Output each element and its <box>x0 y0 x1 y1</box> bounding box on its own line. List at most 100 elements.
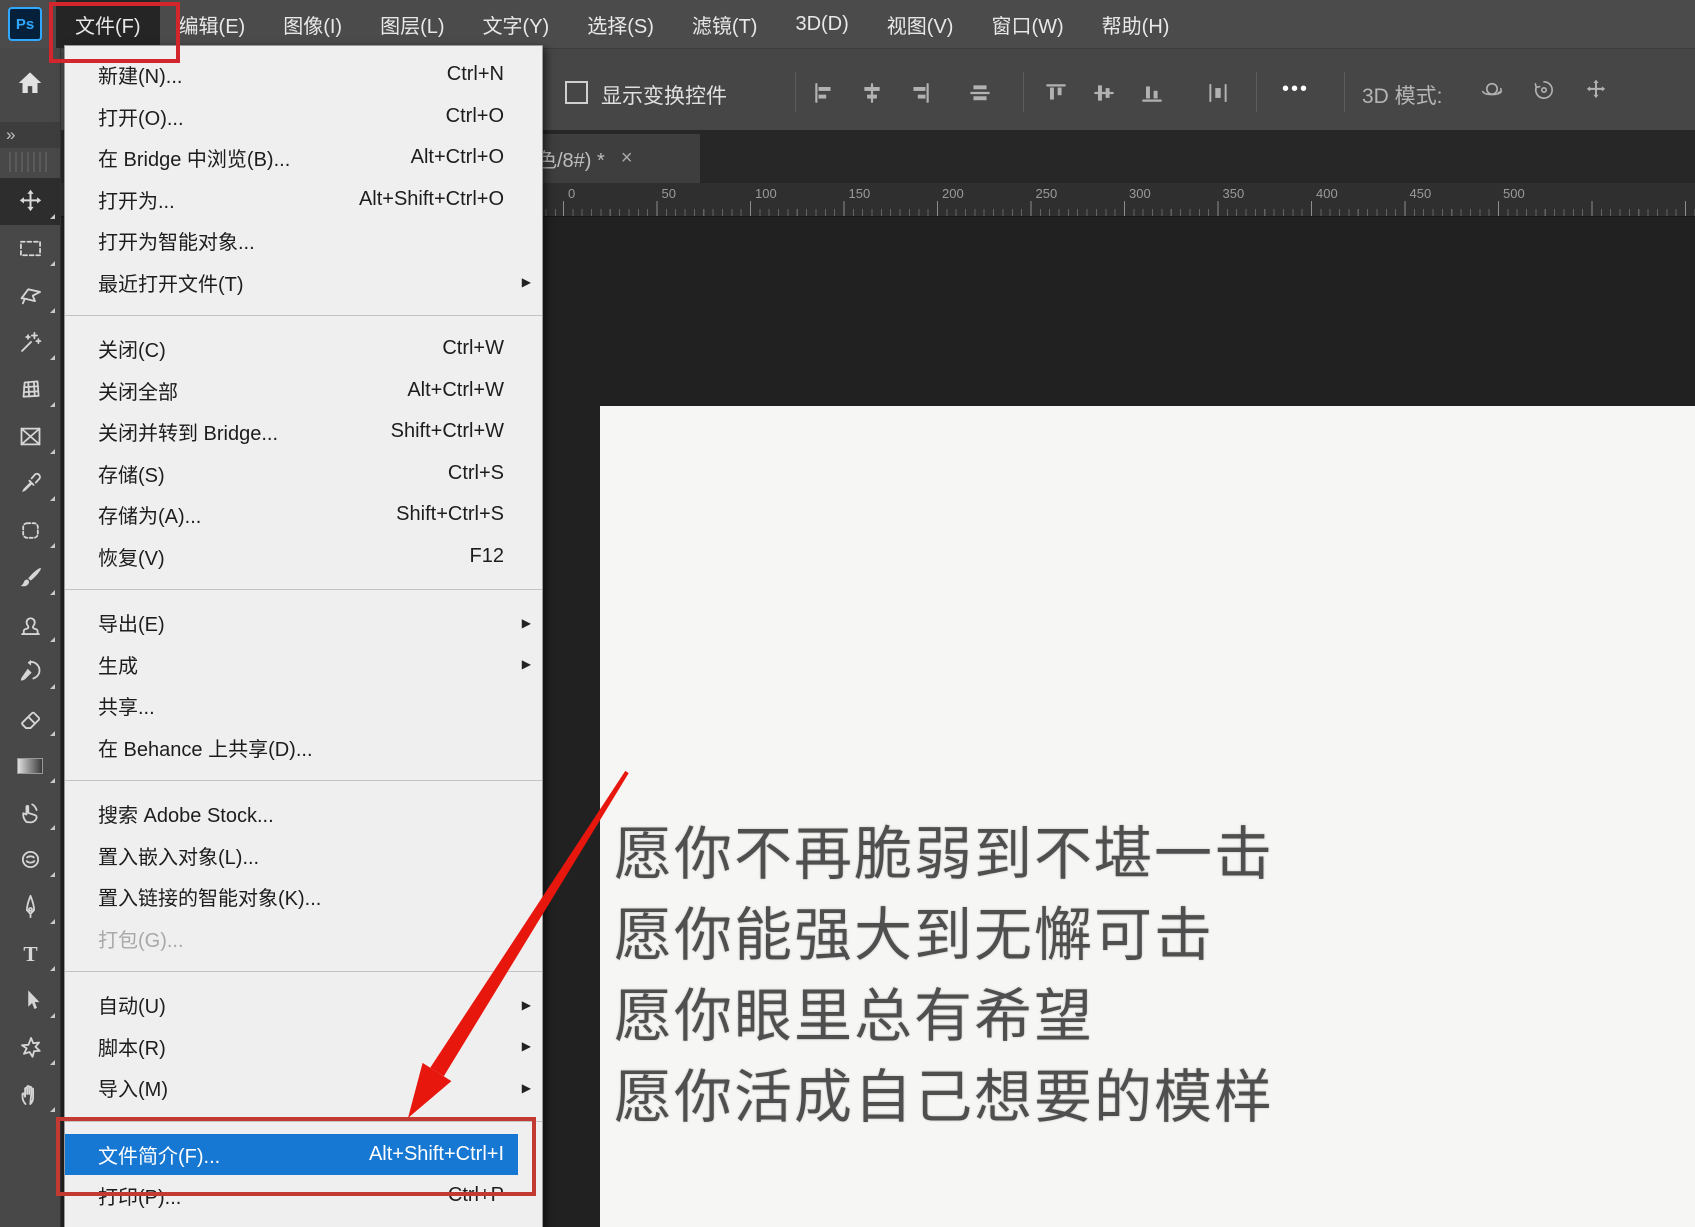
menu-separator <box>65 589 542 590</box>
history-brush-tool[interactable] <box>0 648 60 695</box>
menu-item-label: 关闭并转到 Bridge... <box>98 417 391 446</box>
show-transform-controls-label: 显示变换控件 <box>601 80 727 110</box>
3d-pan-icon[interactable] <box>1584 78 1611 105</box>
type-tool[interactable]: T <box>0 930 60 977</box>
path-selection-tool[interactable] <box>0 977 60 1024</box>
menubar-item-0[interactable]: 文件(F) <box>56 0 160 48</box>
tab-close-icon[interactable]: × <box>621 147 633 170</box>
more-options-icon[interactable]: ••• <box>1282 78 1309 101</box>
3d-roll-icon[interactable] <box>1532 78 1559 105</box>
distribute-horizontal-centers-icon[interactable] <box>1206 81 1230 105</box>
menubar-item-4[interactable]: 文字(Y) <box>464 0 569 48</box>
align-horizontal-centers-icon[interactable] <box>860 81 884 105</box>
file-menu-item-15[interactable]: 在 Behance 上共享(D)... <box>65 727 542 769</box>
file-menu-item-10[interactable]: 存储为(A)...Shift+Ctrl+S <box>65 494 542 536</box>
file-menu-item-20[interactable]: 自动(U)▶ <box>65 984 542 1026</box>
clone-stamp-tool[interactable] <box>0 601 60 648</box>
menu-item-shortcut: Ctrl+W <box>442 337 504 360</box>
custom-shape-tool[interactable] <box>0 1024 60 1071</box>
file-menu-item-19: 打包(G)... <box>65 918 542 960</box>
file-menu-item-7[interactable]: 关闭全部Alt+Ctrl+W <box>65 370 542 412</box>
menubar-item-9[interactable]: 窗口(W) <box>972 0 1082 48</box>
menubar-item-2[interactable]: 图像(I) <box>264 0 361 48</box>
file-menu-item-14[interactable]: 共享... <box>65 685 542 727</box>
file-menu-item-5[interactable]: 最近打开文件(T)▶ <box>65 262 542 304</box>
frame-tool[interactable] <box>0 413 60 460</box>
healing-brush-tool[interactable] <box>0 507 60 554</box>
file-menu-item-22[interactable]: 导入(M)▶ <box>65 1067 542 1109</box>
home-icon[interactable] <box>15 68 45 103</box>
lasso-tool[interactable] <box>0 272 60 319</box>
file-menu-item-21[interactable]: 脚本(R)▶ <box>65 1026 542 1068</box>
eraser-tool[interactable] <box>0 695 60 742</box>
perspective-crop-tool[interactable] <box>0 366 60 413</box>
file-menu-item-8[interactable]: 关闭并转到 Bridge...Shift+Ctrl+W <box>65 411 542 453</box>
menubar-item-3[interactable]: 图层(L) <box>361 0 463 48</box>
menu-item-shortcut: Ctrl+P <box>448 1184 504 1207</box>
menu-bar-items: 文件(F)编辑(E)图像(I)图层(L)文字(Y)选择(S)滤镜(T)3D(D)… <box>56 0 1188 48</box>
file-menu-item-1[interactable]: 打开(O)...Ctrl+O <box>65 96 542 138</box>
menubar-item-10[interactable]: 帮助(H) <box>1083 0 1189 48</box>
document-canvas[interactable]: 愿你不再脆弱到不堪一击愿你能强大到无懈可击愿你眼里总有希望愿你活成自己想要的模样 <box>600 406 1695 1227</box>
pen-tool[interactable] <box>0 883 60 930</box>
menu-item-label: 置入链接的智能对象(K)... <box>98 882 504 911</box>
options-separator <box>1023 72 1024 112</box>
submenu-arrow-icon: ▶ <box>522 616 531 630</box>
3d-orbit-icon[interactable] <box>1480 78 1507 105</box>
file-menu-item-24[interactable]: 打印(P)...Ctrl+P <box>65 1175 542 1217</box>
dodge-tool[interactable] <box>0 836 60 883</box>
distribute-vertical-centers-icon[interactable] <box>968 81 992 105</box>
gradient-tool[interactable] <box>0 742 60 789</box>
menu-item-label: 打印(P)... <box>98 1181 448 1210</box>
ruler-label-350: 350 <box>1223 186 1245 201</box>
hand-tool[interactable] <box>0 1071 60 1118</box>
file-menu-item-0[interactable]: 新建(N)...Ctrl+N <box>65 54 542 96</box>
menu-item-shortcut: Shift+Ctrl+W <box>391 420 504 443</box>
file-menu-item-17[interactable]: 置入嵌入对象(L)... <box>65 835 542 877</box>
align-bottom-edges-icon[interactable] <box>1140 81 1164 105</box>
ruler-label-50: 50 <box>662 186 676 201</box>
file-menu-item-16[interactable]: 搜索 Adobe Stock... <box>65 793 542 835</box>
file-menu-item-2[interactable]: 在 Bridge 中浏览(B)...Alt+Ctrl+O <box>65 137 542 179</box>
file-menu-item-9[interactable]: 存储(S)Ctrl+S <box>65 453 542 495</box>
align-right-edges-icon[interactable] <box>908 81 932 105</box>
expand-panel-chevron-icon[interactable]: » <box>0 122 60 148</box>
menubar-item-1[interactable]: 编辑(E) <box>160 0 265 48</box>
menubar-item-5[interactable]: 选择(S) <box>568 0 673 48</box>
file-menu: 新建(N)...Ctrl+N打开(O)...Ctrl+O在 Bridge 中浏览… <box>64 45 543 1227</box>
file-menu-item-12[interactable]: 导出(E)▶ <box>65 602 542 644</box>
magic-wand-tool[interactable] <box>0 319 60 366</box>
ruler-label-250: 250 <box>1036 186 1058 201</box>
file-menu-item-4[interactable]: 打开为智能对象... <box>65 220 542 262</box>
rectangular-marquee-tool[interactable] <box>0 225 60 272</box>
menu-item-shortcut: Alt+Shift+Ctrl+O <box>359 188 504 211</box>
show-transform-controls-checkbox[interactable] <box>565 81 588 104</box>
brush-tool[interactable] <box>0 554 60 601</box>
menubar-item-6[interactable]: 滤镜(T) <box>673 0 777 48</box>
tool-palette: » T <box>0 48 61 1227</box>
menubar-item-7[interactable]: 3D(D) <box>776 0 867 48</box>
menu-item-label: 导入(M) <box>98 1073 504 1102</box>
menu-item-label: 在 Bridge 中浏览(B)... <box>98 143 411 172</box>
file-menu-item-11[interactable]: 恢复(V)F12 <box>65 536 542 578</box>
menu-item-shortcut: Alt+Ctrl+O <box>411 146 504 169</box>
panel-grip[interactable] <box>9 152 51 172</box>
ruler-label-450: 450 <box>1410 186 1432 201</box>
move-tool[interactable] <box>0 178 60 225</box>
eyedropper-tool[interactable] <box>0 460 60 507</box>
ruler-label-200: 200 <box>942 186 964 201</box>
photoshop-window: 愿你不再脆弱到不堪一击愿你能强大到无懈可击愿你眼里总有希望愿你活成自己想要的模样… <box>0 0 1695 1227</box>
smudge-tool[interactable] <box>0 789 60 836</box>
align-top-edges-icon[interactable] <box>1044 81 1068 105</box>
canvas-text-line: 愿你能强大到无懈可击 <box>614 895 1274 976</box>
file-menu-item-13[interactable]: 生成▶ <box>65 644 542 686</box>
menu-separator <box>65 1121 542 1122</box>
file-menu-item-6[interactable]: 关闭(C)Ctrl+W <box>65 328 542 370</box>
file-menu-item-18[interactable]: 置入链接的智能对象(K)... <box>65 876 542 918</box>
file-menu-item-3[interactable]: 打开为...Alt+Shift+Ctrl+O <box>65 179 542 221</box>
menubar-item-8[interactable]: 视图(V) <box>868 0 973 48</box>
file-menu-item-23[interactable]: 文件简介(F)...Alt+Shift+Ctrl+I <box>65 1134 518 1176</box>
align-left-edges-icon[interactable] <box>812 81 836 105</box>
menu-item-shortcut: Alt+Shift+Ctrl+I <box>369 1143 504 1166</box>
align-vertical-centers-icon[interactable] <box>1092 81 1116 105</box>
